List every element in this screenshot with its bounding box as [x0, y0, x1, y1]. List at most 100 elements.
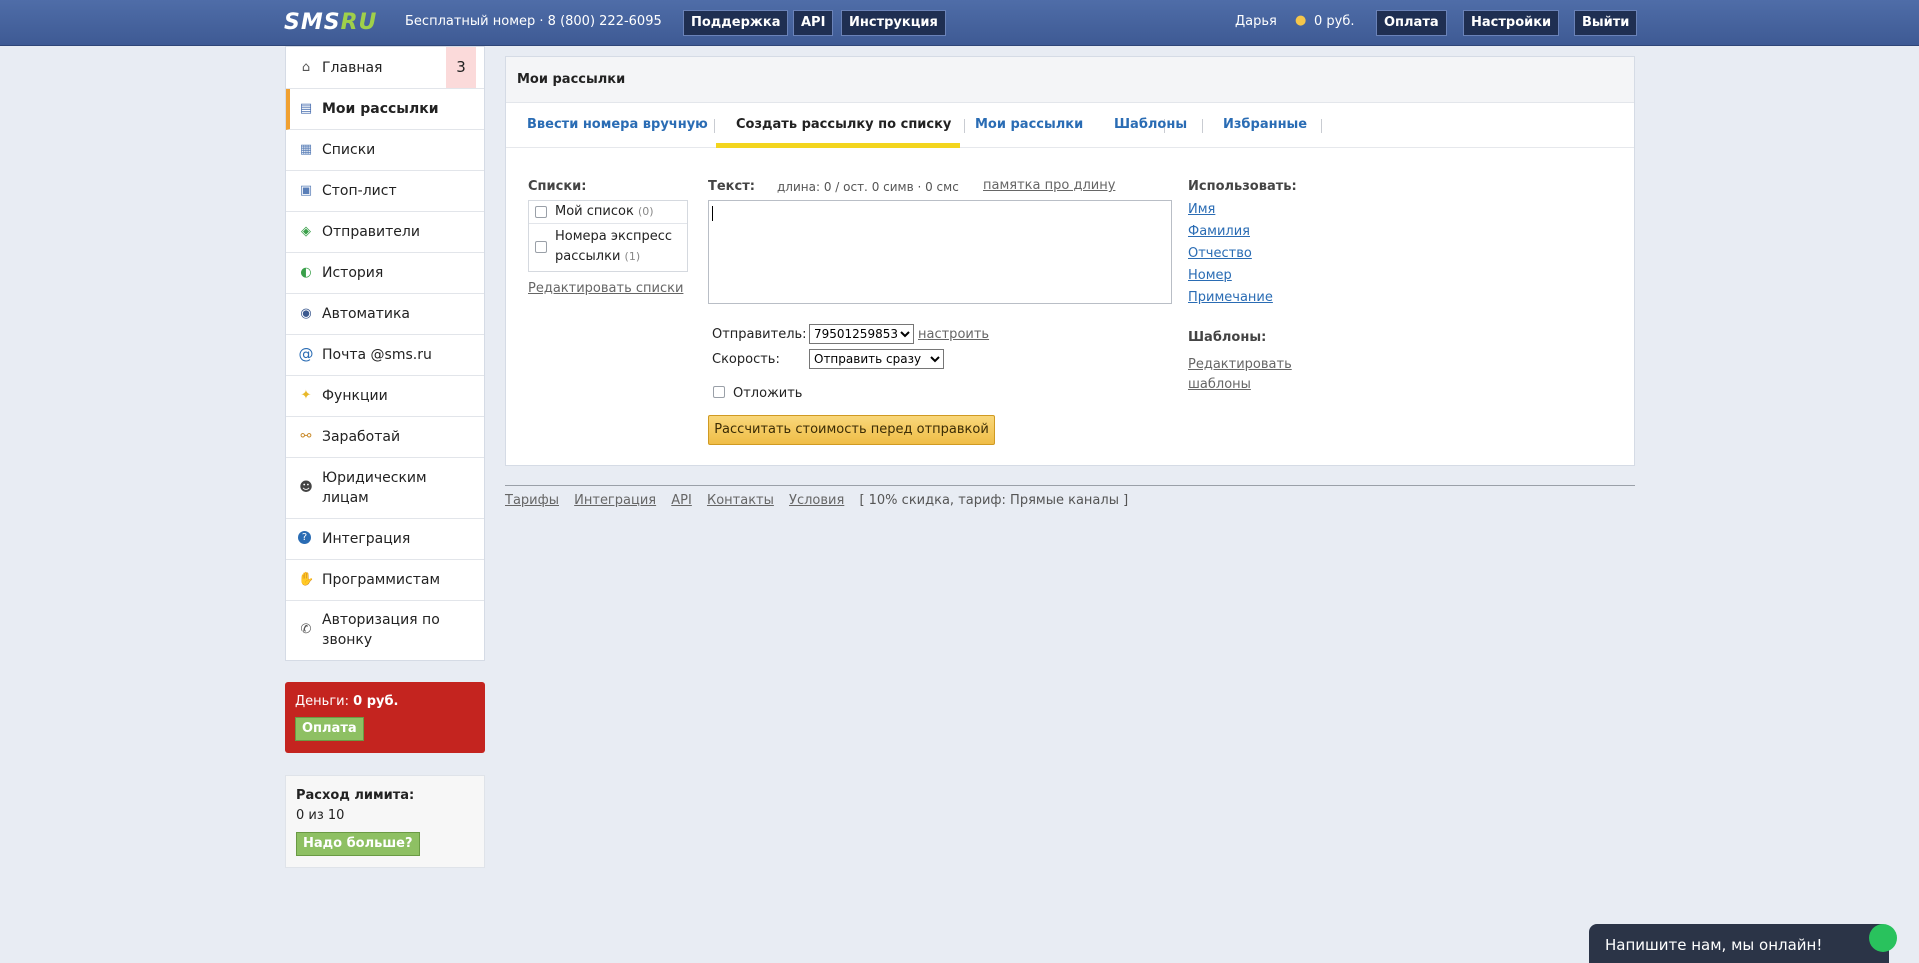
calculate-cost-button[interactable]: Рассчитать стоимость перед отправкой — [708, 415, 995, 445]
settings-button[interactable]: Настройки — [1463, 10, 1560, 36]
sidebar: ⌂ Главная 3 ▤ Мои рассылки ▦ Списки ▣ Ст… — [285, 46, 485, 661]
list-checkbox[interactable] — [535, 241, 547, 253]
tag-icon: ◈ — [301, 224, 311, 239]
sidebar-item-earn[interactable]: ⚯ Заработай — [286, 417, 484, 458]
list-checkbox[interactable] — [535, 206, 547, 218]
mailings-icon: ▤ — [299, 101, 313, 116]
sidebar-item-senders[interactable]: ◈ Отправители — [286, 212, 484, 253]
page-title: Мои рассылки — [517, 72, 626, 87]
list-name-line1: Номера экспресс — [555, 229, 673, 244]
footer-link-integration[interactable]: Интеграция — [574, 493, 656, 508]
list-name-line2: рассылки — [555, 249, 621, 264]
length-note-link[interactable]: памятка про длину — [983, 178, 1115, 193]
tab-templates[interactable]: Шаблоны — [1114, 117, 1187, 132]
limit-title: Расход лимита: — [296, 788, 415, 803]
discount-note: [ 10% скидка, тариф: Прямые каналы ] — [859, 493, 1129, 508]
sidebar-item-integration[interactable]: ? Интеграция — [286, 519, 484, 560]
money-value: 0 руб. — [353, 694, 399, 709]
stoplist-icon: ▣ — [299, 183, 313, 198]
insert-number-link[interactable]: Номер — [1188, 268, 1232, 283]
insert-patronymic-link[interactable]: Отчество — [1188, 246, 1252, 261]
sender-label: Отправитель: — [712, 327, 807, 342]
handshake-icon: ⚯ — [300, 429, 312, 444]
money-label: Деньги: — [295, 694, 349, 709]
sidebar-item-home[interactable]: ⌂ Главная 3 — [286, 47, 484, 89]
sidebar-item-developers[interactable]: ✋ Программистам — [286, 560, 484, 601]
at-icon: @ — [298, 345, 314, 363]
online-indicator-icon — [1869, 924, 1897, 952]
tabs: Ввести номера вручную Создать рассылку п… — [506, 103, 1634, 148]
lists-box: Мой список (0) Номера экспресс рассылки (… — [528, 200, 688, 272]
tab-separator — [714, 119, 715, 133]
logo[interactable]: SMSRU — [284, 10, 377, 35]
chat-widget[interactable]: Напишите нам, мы онлайн! — [1589, 924, 1897, 963]
tab-separator — [964, 119, 965, 133]
sidebar-item-functions[interactable]: ✦ Функции — [286, 376, 484, 417]
panel-header: Мои рассылки — [506, 57, 1634, 103]
sidebar-item-history[interactable]: ◐ История — [286, 253, 484, 294]
username[interactable]: Дарья — [1235, 14, 1277, 29]
money-pay-button[interactable]: Оплата — [295, 717, 364, 741]
footer-divider — [505, 485, 1635, 486]
list-count: (1) — [624, 250, 641, 263]
tab-separator — [1202, 119, 1203, 133]
edit-templates-link[interactable]: Редактировать шаблоны — [1188, 355, 1292, 395]
notification-badge: 3 — [446, 47, 476, 88]
speed-select[interactable]: Отправить сразу — [809, 349, 944, 369]
coins-icon: ● — [1295, 13, 1307, 28]
message-textarea[interactable] — [708, 200, 1172, 304]
limit-box: Расход лимита: 0 из 10 Надо больше? — [285, 775, 485, 868]
configure-link[interactable]: настроить — [918, 327, 989, 342]
tab-my-mailings[interactable]: Мои рассылки — [975, 117, 1083, 132]
active-tab-indicator — [716, 143, 960, 148]
templates-label: Шаблоны: — [1188, 330, 1267, 345]
sidebar-item-call-auth[interactable]: ✆ Авторизация по звонку — [286, 601, 484, 660]
insert-note-link[interactable]: Примечание — [1188, 290, 1273, 305]
lists-icon: ▦ — [299, 142, 313, 157]
insert-surname-link[interactable]: Фамилия — [1188, 224, 1250, 239]
insert-name-link[interactable]: Имя — [1188, 202, 1215, 217]
money-box: Деньги: 0 руб. Оплата — [285, 682, 485, 753]
phone-icon: ✆ — [300, 622, 312, 637]
footer: Тарифы Интеграция API Контакты Условия [… — [505, 493, 1128, 508]
tab-manual-numbers[interactable]: Ввести номера вручную — [527, 117, 708, 132]
pay-button[interactable]: Оплата — [1376, 10, 1447, 36]
footer-link-tariffs[interactable]: Тарифы — [505, 493, 559, 508]
sidebar-item-stoplist[interactable]: ▣ Стоп-лист — [286, 171, 484, 212]
list-item[interactable]: Номера экспресс рассылки (1) — [529, 224, 687, 271]
support-button[interactable]: Поддержка — [683, 10, 789, 36]
balance: 0 руб. — [1314, 14, 1355, 29]
api-button[interactable]: API — [793, 10, 834, 36]
hand-icon: ✋ — [298, 572, 315, 587]
robot-icon: ◉ — [300, 306, 312, 321]
logout-button[interactable]: Выйти — [1574, 10, 1638, 36]
list-item[interactable]: Мой список (0) — [529, 201, 687, 224]
postpone-checkbox[interactable] — [713, 386, 725, 398]
sidebar-item-legal[interactable]: ☻ Юридическим лицам — [286, 458, 484, 519]
footer-link-api[interactable]: API — [671, 493, 692, 508]
free-phone-text: Бесплатный номер · 8 (800) 222-6095 — [405, 14, 662, 29]
sidebar-item-mail[interactable]: @ Почта @sms.ru — [286, 335, 484, 376]
tab-by-list[interactable]: Создать рассылку по списку — [736, 117, 951, 132]
list-count: (0) — [637, 205, 654, 218]
sidebar-item-automation[interactable]: ◉ Автоматика — [286, 294, 484, 335]
person-icon: ☻ — [299, 480, 313, 495]
manual-button[interactable]: Инструкция — [841, 10, 946, 36]
sidebar-item-my-mailings[interactable]: ▤ Мои рассылки — [286, 89, 484, 130]
bulb-icon: ✦ — [300, 388, 312, 403]
footer-link-terms[interactable]: Условия — [789, 493, 844, 508]
chat-text: Напишите нам, мы онлайн! — [1605, 936, 1823, 954]
main-panel: Мои рассылки Ввести номера вручную Созда… — [505, 56, 1635, 466]
text-caret — [712, 206, 713, 221]
edit-lists-link[interactable]: Редактировать списки — [528, 281, 683, 296]
help-icon: ? — [298, 531, 311, 544]
sidebar-item-lists[interactable]: ▦ Списки — [286, 130, 484, 171]
tab-separator — [1321, 119, 1322, 133]
need-more-button[interactable]: Надо больше? — [296, 832, 420, 856]
use-label: Использовать: — [1188, 179, 1297, 194]
tab-favorites[interactable]: Избранные — [1223, 117, 1307, 132]
footer-link-contacts[interactable]: Контакты — [707, 493, 774, 508]
sender-select[interactable]: 79501259853 — [809, 324, 914, 344]
speed-label: Скорость: — [712, 352, 780, 367]
postpone-label[interactable]: Отложить — [733, 386, 802, 401]
